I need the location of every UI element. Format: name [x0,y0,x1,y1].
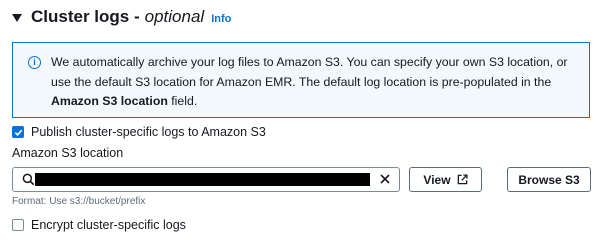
optional-label: optional [144,7,205,26]
info-circle-icon: i [28,56,41,69]
section-header[interactable]: Cluster logs - optional Info [12,4,231,30]
alert-bold-text: Amazon S3 location [51,94,168,108]
format-hint: Format: Use s3://bucket/prefix [12,196,146,207]
encrypt-logs-checkbox[interactable] [12,219,24,231]
caret-down-icon[interactable] [12,13,22,22]
s3-location-label: Amazon S3 location [12,146,124,160]
view-button-label: View [423,172,451,187]
clear-icon[interactable] [378,172,392,186]
alert-text-2: field. [167,94,198,108]
publish-logs-checkbox[interactable] [12,126,24,138]
browse-s3-button[interactable]: Browse S3 [507,167,591,192]
encrypt-logs-label: Encrypt cluster-specific logs [31,218,186,232]
section-title: Cluster logs - optional [31,7,204,27]
external-link-icon [457,174,468,185]
info-link[interactable]: Info [211,13,231,25]
publish-logs-label: Publish cluster-specific logs to Amazon … [31,125,266,139]
publish-logs-row[interactable]: Publish cluster-specific logs to Amazon … [12,125,266,139]
view-button[interactable]: View [409,167,482,192]
encrypt-logs-row[interactable]: Encrypt cluster-specific logs [12,218,186,232]
s3-location-input[interactable] [12,167,400,192]
checkmark-icon [14,129,22,136]
alert-text-1: We automatically archive your log files … [51,55,568,89]
section-title-text: Cluster logs - [31,7,140,26]
redacted-value [35,173,370,186]
info-alert: i We automatically archive your log file… [12,42,590,118]
